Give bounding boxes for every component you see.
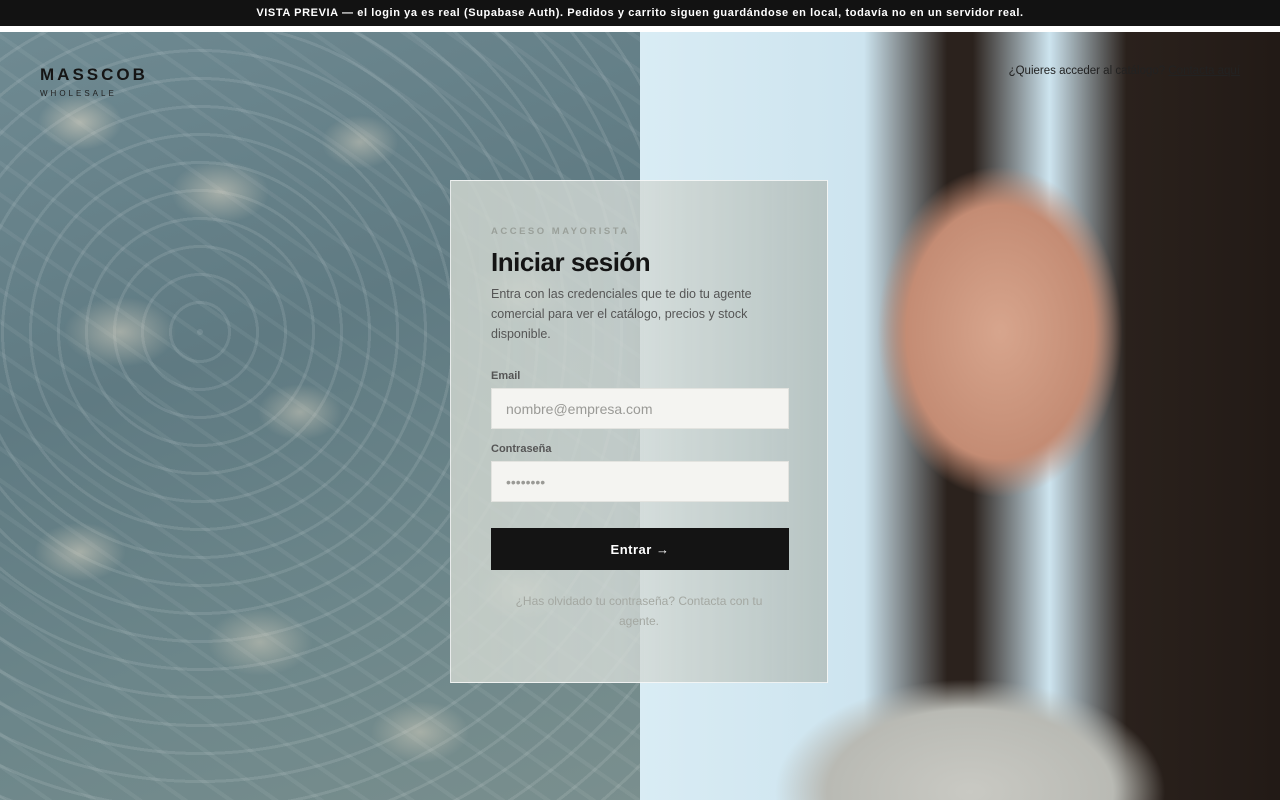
password-label: Contraseña bbox=[491, 443, 552, 455]
login-submit-button[interactable]: Entrar → bbox=[491, 528, 789, 570]
login-eyebrow: ACCESO MAYORISTA bbox=[491, 226, 630, 237]
forgot-password-text: ¿Has olvidado tu contraseña? Contacta co… bbox=[515, 594, 763, 628]
contact-link[interactable]: Contacta aquí bbox=[1168, 65, 1240, 77]
password-field[interactable] bbox=[491, 461, 789, 502]
brand-logo[interactable]: MASSCOB WHOLESALE bbox=[40, 65, 148, 98]
catalog-access-text: ¿Quieres acceder al catálogo? bbox=[1008, 65, 1169, 77]
brand-name: MASSCOB bbox=[40, 65, 148, 84]
catalog-access-prompt: ¿Quieres acceder al catálogo? Contacta a… bbox=[1009, 65, 1240, 77]
login-title: Iniciar sesión bbox=[491, 247, 651, 277]
hero-stage: MASSCOB WHOLESALE ¿Quieres acceder al ca… bbox=[0, 32, 1280, 800]
brand-subtitle: WHOLESALE bbox=[40, 89, 117, 98]
email-field[interactable] bbox=[491, 388, 789, 429]
login-card: ACCESO MAYORISTA Iniciar sesión Entra co… bbox=[450, 180, 828, 683]
preview-banner-text: VISTA PREVIA — el login ya es real (Supa… bbox=[256, 7, 1024, 19]
login-description: Entra con las credenciales que te dio tu… bbox=[491, 287, 752, 341]
preview-banner: VISTA PREVIA — el login ya es real (Supa… bbox=[0, 0, 1280, 26]
email-label: Email bbox=[491, 370, 521, 382]
